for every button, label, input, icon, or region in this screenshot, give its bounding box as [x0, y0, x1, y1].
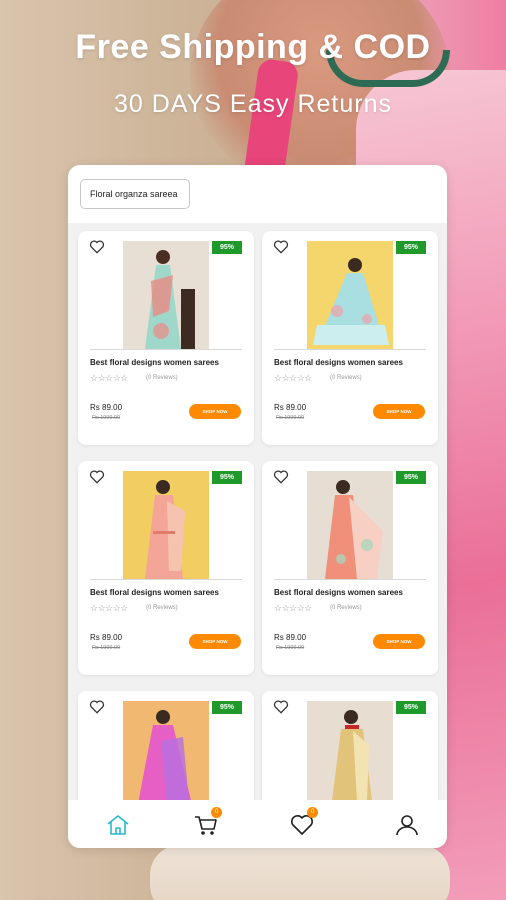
review-count: (0 Reviews) [146, 605, 178, 611]
product-image[interactable] [307, 471, 393, 579]
cart-count-badge: 0 [211, 807, 222, 818]
review-count: (0 Reviews) [330, 605, 362, 611]
product-title[interactable]: Best floral designs women sarees [90, 358, 219, 367]
wishlist-count-badge: 0 [307, 807, 318, 818]
discount-badge: 95% [396, 471, 426, 484]
discount-badge: 95% [212, 241, 242, 254]
original-price: Rs 1999.00 [92, 415, 121, 421]
home-icon [107, 815, 129, 835]
discount-badge: 95% [396, 701, 426, 714]
divider [90, 579, 242, 580]
product-card[interactable]: 95% Best floral designs women sarees ☆☆☆… [78, 461, 254, 675]
original-price: Rs 1999.00 [92, 645, 121, 651]
product-image[interactable] [123, 701, 209, 800]
rating-stars: ☆☆☆☆☆ [90, 603, 128, 613]
product-card[interactable]: 95% [78, 691, 254, 800]
product-price: Rs 89.00 [274, 403, 307, 412]
shop-now-button[interactable]: SHOP NOW [373, 404, 425, 419]
bottom-nav: 0 0 [68, 800, 447, 848]
product-card[interactable]: 95% Best floral designs women sarees ☆☆☆… [262, 231, 438, 445]
shop-now-button[interactable]: SHOP NOW [373, 634, 425, 649]
discount-badge: 95% [212, 471, 242, 484]
subheadline: 30 DAYS Easy Returns [114, 90, 392, 118]
wishlist-heart-icon[interactable] [89, 240, 105, 254]
headline: Free Shipping & COD [75, 28, 431, 66]
wishlist-heart-icon[interactable] [89, 700, 105, 714]
divider [274, 349, 426, 350]
product-card[interactable]: 95% Best floral designs women sarees ☆☆☆… [78, 231, 254, 445]
product-image[interactable] [123, 471, 209, 579]
product-grid: 95% Best floral designs women sarees ☆☆☆… [68, 223, 447, 800]
wishlist-heart-icon[interactable] [273, 700, 289, 714]
original-price: Rs 1999.00 [276, 415, 305, 421]
nav-wishlist[interactable]: 0 [289, 807, 318, 838]
wishlist-heart-icon[interactable] [89, 470, 105, 484]
profile-icon [396, 815, 418, 836]
original-price: Rs 1999.00 [276, 645, 305, 651]
product-title[interactable]: Best floral designs women sarees [274, 358, 403, 367]
nav-cart[interactable]: 0 [193, 807, 222, 838]
phone-screen: Floral organza sareea 95% Best floral de… [68, 165, 447, 848]
product-image[interactable] [123, 241, 209, 349]
divider [90, 349, 242, 350]
product-image[interactable] [307, 241, 393, 349]
product-title[interactable]: Best floral designs women sarees [90, 588, 219, 597]
product-price: Rs 89.00 [90, 403, 123, 412]
shop-now-button[interactable]: SHOP NOW [189, 404, 241, 419]
shop-now-button[interactable]: SHOP NOW [189, 634, 241, 649]
product-image[interactable] [307, 701, 393, 800]
product-price: Rs 89.00 [90, 633, 123, 642]
nav-profile[interactable] [394, 812, 420, 838]
rating-stars: ☆☆☆☆☆ [90, 373, 128, 383]
wishlist-heart-icon[interactable] [273, 240, 289, 254]
divider [274, 579, 426, 580]
rating-stars: ☆☆☆☆☆ [274, 603, 312, 613]
rating-stars: ☆☆☆☆☆ [274, 373, 312, 383]
product-card[interactable]: 95% [262, 691, 438, 800]
product-title[interactable]: Best floral designs women sarees [274, 588, 403, 597]
review-count: (0 Reviews) [330, 375, 362, 381]
review-count: (0 Reviews) [146, 375, 178, 381]
product-card[interactable]: 95% Best floral designs women sarees ☆☆☆… [262, 461, 438, 675]
search-input[interactable]: Floral organza sareea [80, 179, 190, 209]
wishlist-heart-icon[interactable] [273, 470, 289, 484]
nav-home[interactable] [105, 812, 131, 838]
discount-badge: 95% [212, 701, 242, 714]
product-price: Rs 89.00 [274, 633, 307, 642]
discount-badge: 95% [396, 241, 426, 254]
